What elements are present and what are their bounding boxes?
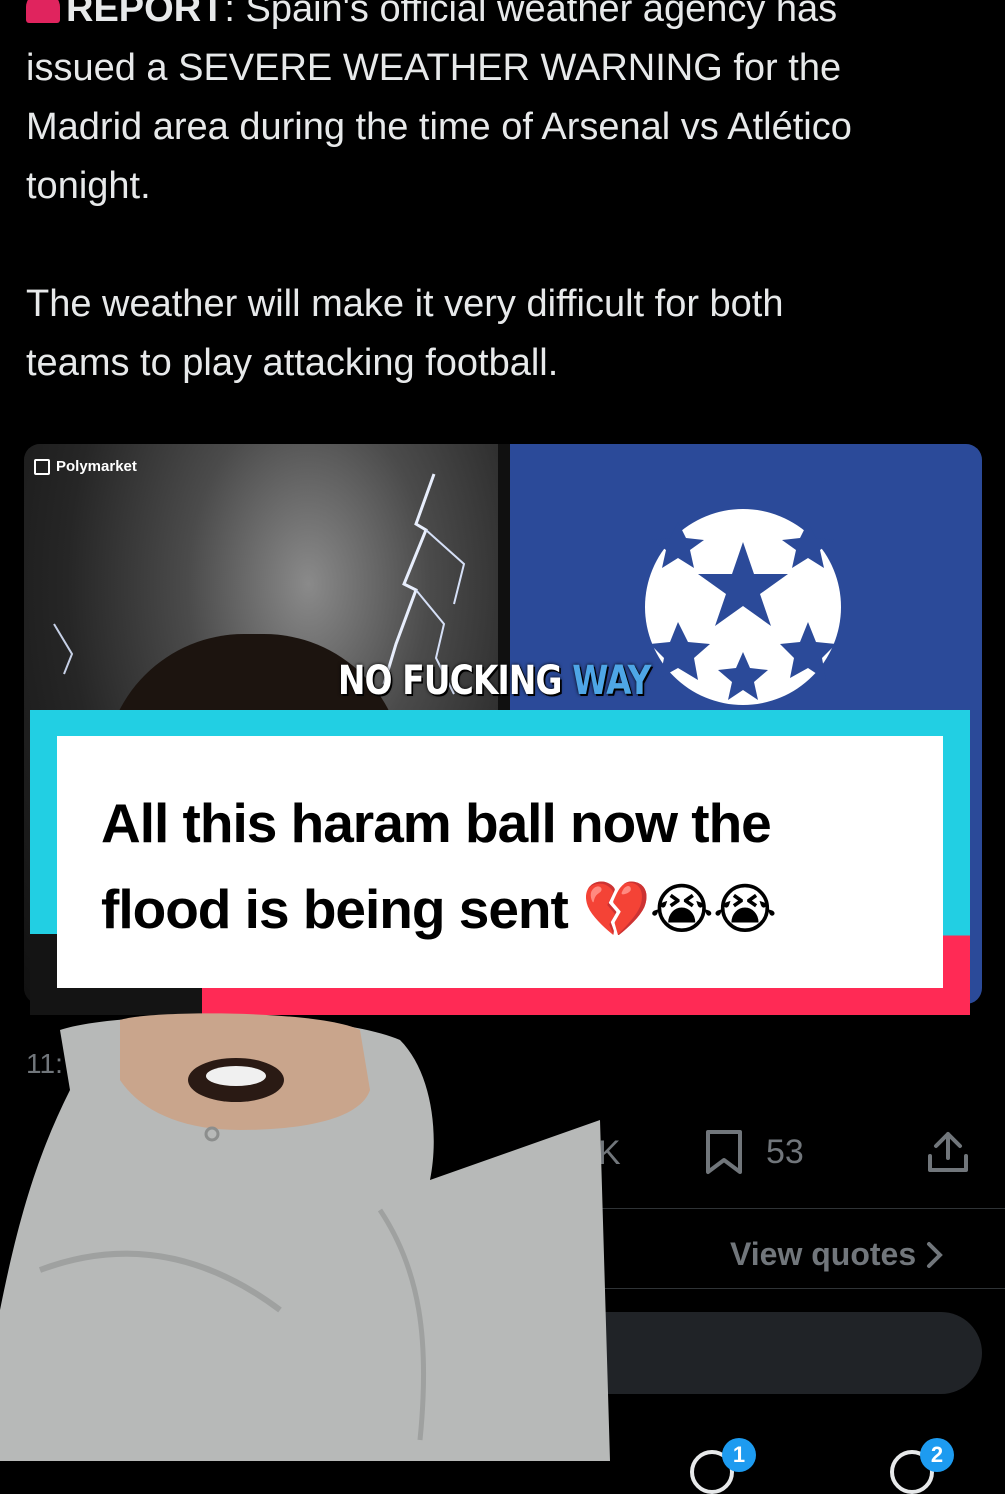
view-quotes-link[interactable]: View quotes — [730, 1236, 944, 1273]
meme-caption-white: NO FUCKING — [338, 658, 562, 704]
meme-caption: NO FUCKING WAY — [338, 658, 651, 704]
bookmark-count: 53 — [766, 1132, 804, 1171]
share-button[interactable] — [926, 1128, 970, 1176]
reply-input[interactable] — [560, 1312, 982, 1394]
overlay-caption-line: All this haram ball now the — [101, 792, 772, 854]
siren-icon — [26, 0, 60, 23]
bookmark-button[interactable]: 53 — [704, 1128, 804, 1176]
champions-league-starball-icon — [645, 509, 841, 705]
view-quotes-label: View quotes — [730, 1236, 917, 1272]
tweet-line: tonight. — [26, 165, 151, 207]
divider — [580, 1208, 1005, 1209]
tweet-line-text: : Spain's official weather agency has — [224, 0, 838, 30]
chevron-right-icon — [927, 1241, 943, 1268]
share-icon — [928, 1132, 968, 1172]
bookmark-icon — [706, 1130, 742, 1174]
tweet-line: teams to play attacking football. — [26, 342, 559, 384]
tweet-line: REPORT: Spain's official weather agency … — [26, 0, 986, 39]
streamer-webcam-overlay — [0, 1013, 610, 1461]
tweet-text: REPORT: Spain's official weather agency … — [26, 0, 986, 393]
tweet-line: The weather will make it very difficult … — [26, 283, 784, 325]
notification-badge: 2 — [920, 1438, 954, 1472]
divider — [580, 1288, 1005, 1289]
notification-badge: 1 — [722, 1438, 756, 1472]
overlay-caption: All this haram ball now the flood is bei… — [57, 736, 943, 988]
overlay-caption-line: flood is being sent 💔😭😭 — [101, 878, 777, 940]
tweet-line: Madrid area during the time of Arsenal v… — [26, 106, 852, 148]
tweet-line: issued a SEVERE WEATHER WARNING for the — [26, 47, 842, 89]
meme-caption-blue: WAY — [572, 658, 651, 704]
report-label: REPORT — [66, 0, 225, 30]
